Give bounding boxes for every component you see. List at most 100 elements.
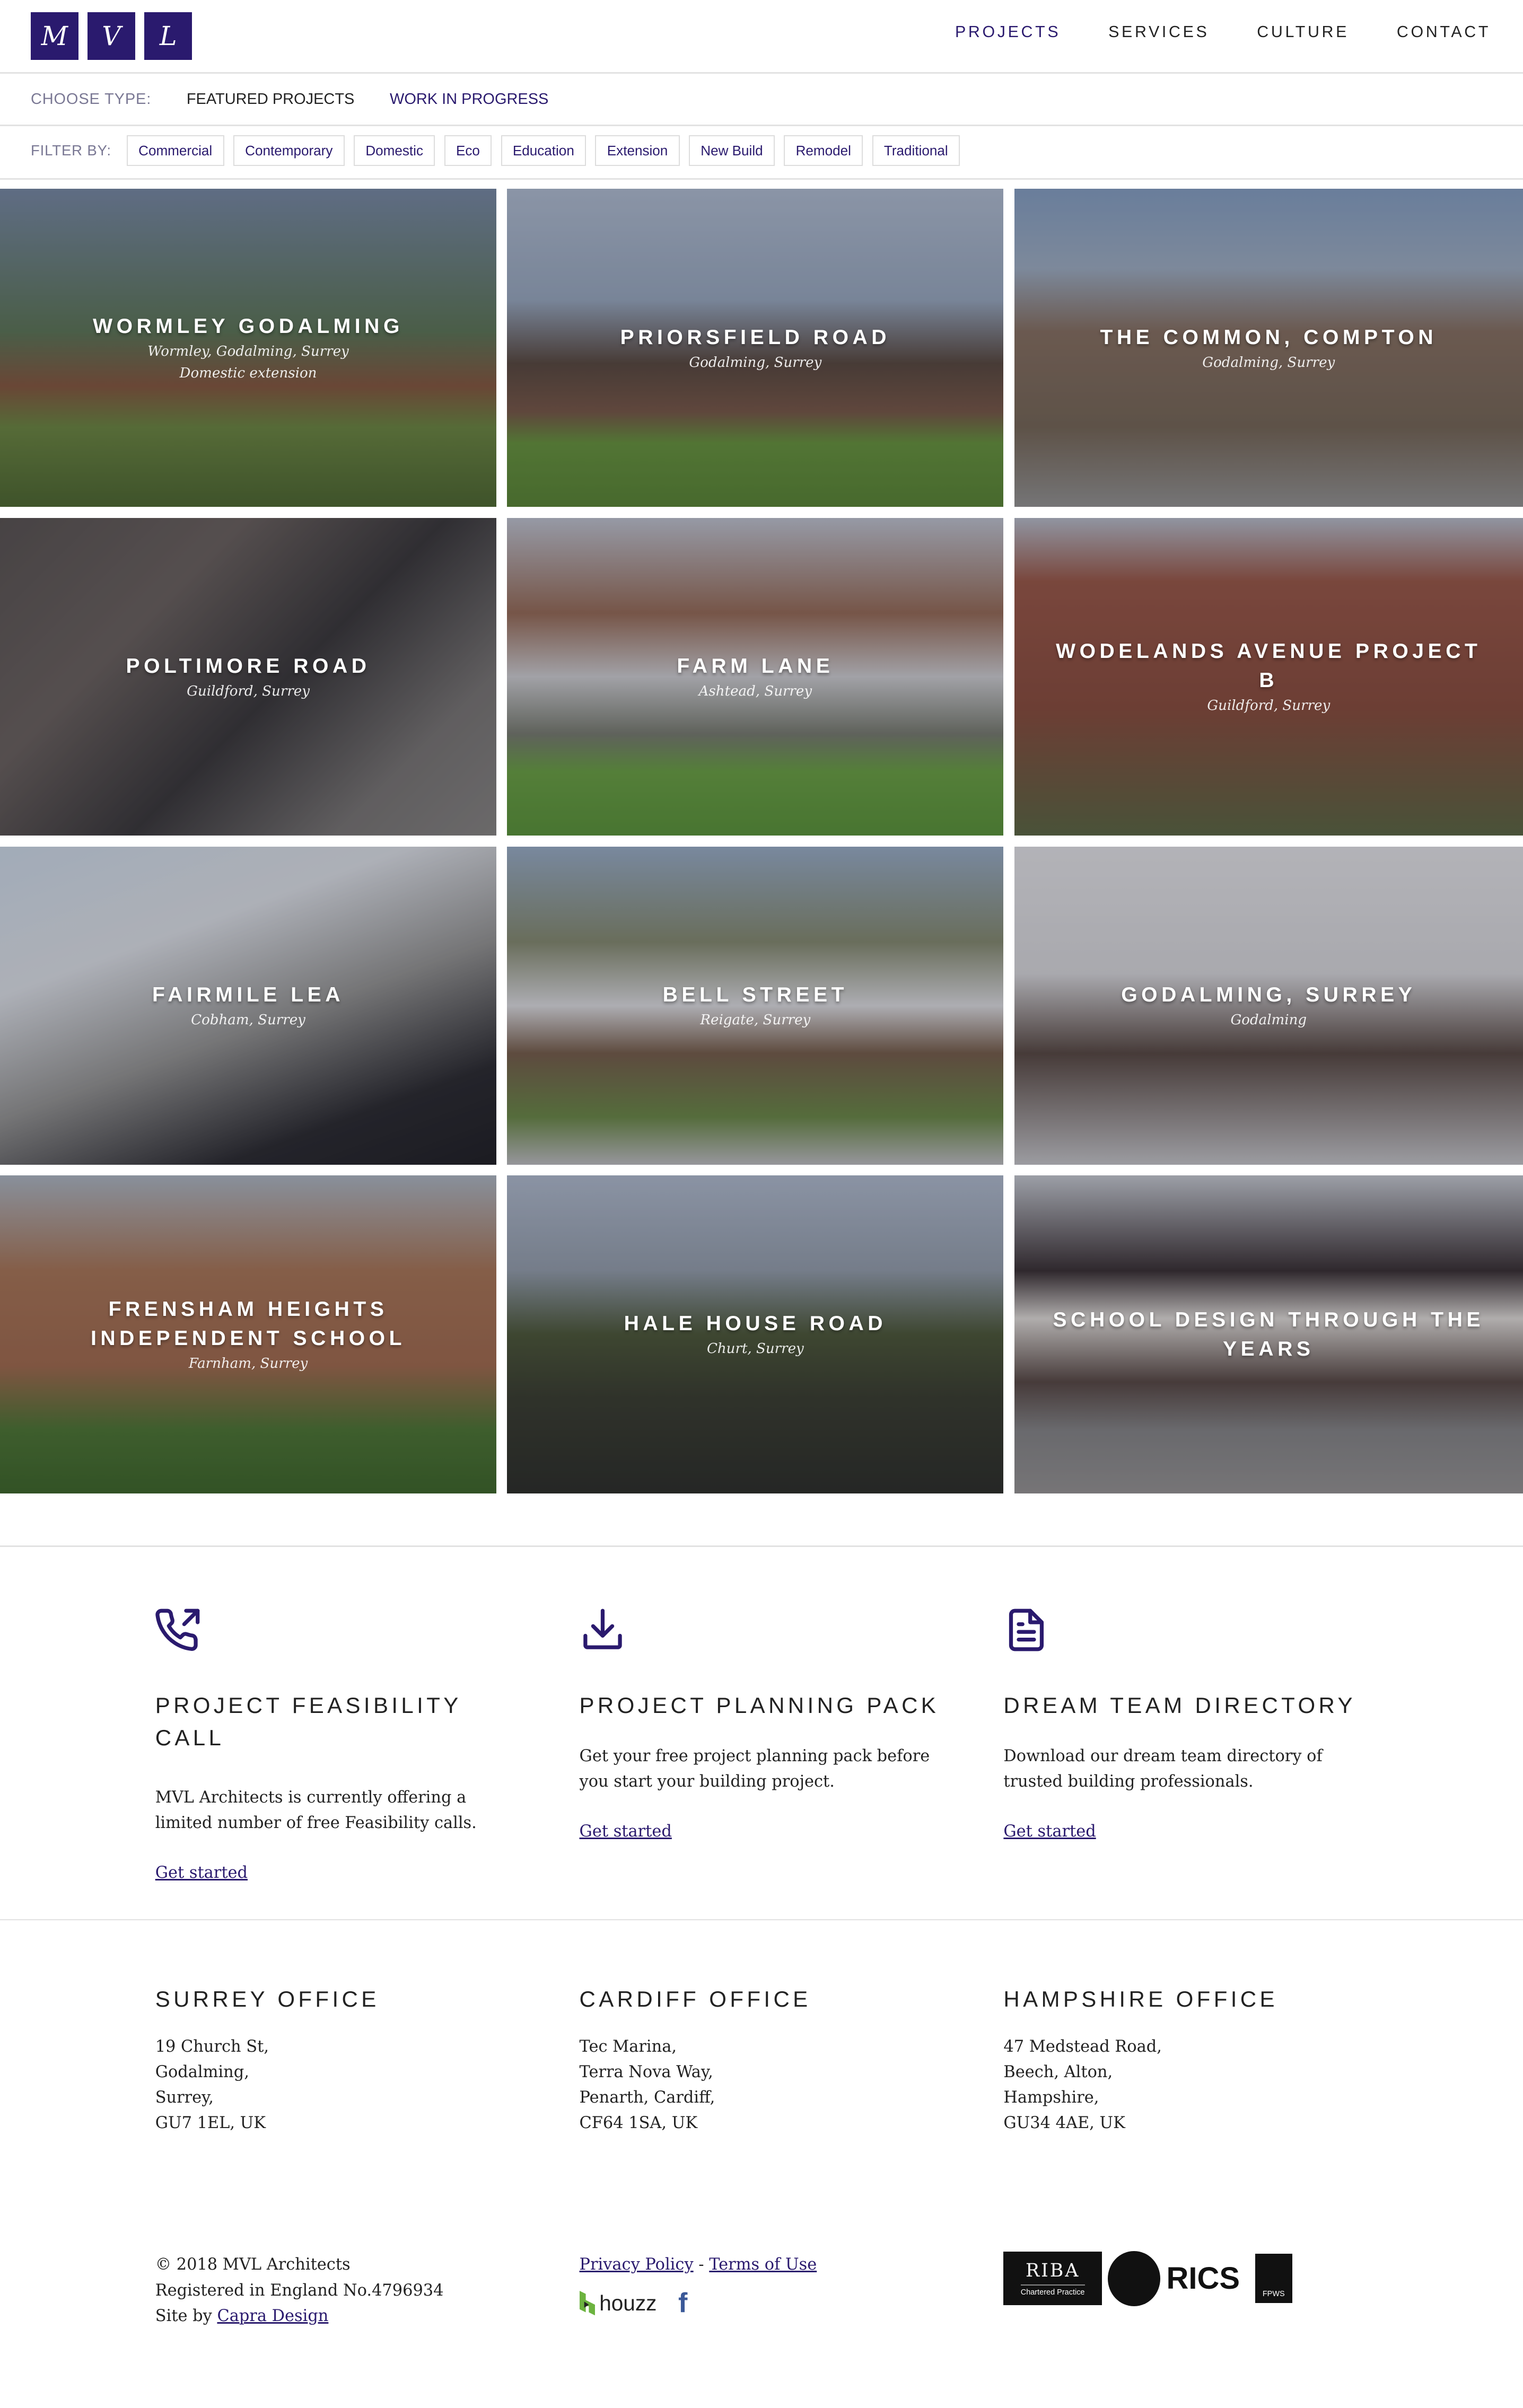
nav-projects[interactable]: PROJECTS	[955, 23, 1061, 41]
download-icon	[583, 1609, 622, 1649]
rics-lion-icon	[1108, 2251, 1160, 2306]
riba-logo: RIBA Chartered Practice	[1003, 2252, 1102, 2306]
choose-type-label: CHOOSE TYPE:	[30, 90, 152, 108]
project-location: Ashtead, Surrey	[698, 683, 812, 699]
facebook-icon[interactable]: f	[678, 2289, 687, 2316]
logo-letter-l: L	[144, 12, 192, 60]
project-tile[interactable]: POLTIMORE ROAD Guildford, Surrey	[0, 517, 497, 836]
divider	[0, 1919, 1523, 1921]
document-icon	[1009, 1609, 1044, 1651]
address-line: 19 Church St,	[155, 2037, 269, 2056]
address-line: 47 Medstead Road,	[1003, 2037, 1162, 2056]
filter-chip-extension[interactable]: Extension	[595, 135, 680, 166]
cta-text: MVL Architects is currently offering a l…	[155, 1788, 477, 1832]
project-type: Domestic extension	[179, 365, 317, 381]
type-selector: CHOOSE TYPE: FEATURED PROJECTS WORK IN P…	[31, 91, 548, 108]
type-featured-projects[interactable]: FEATURED PROJECTS	[187, 91, 355, 108]
filter-chip-remodel[interactable]: Remodel	[784, 135, 863, 166]
filter-chip-education[interactable]: Education	[501, 135, 587, 166]
address-line: GU7 1EL, UK	[155, 2114, 266, 2133]
project-tile[interactable]: FARM LANE Ashtead, Surrey	[507, 517, 1004, 836]
type-work-in-progress[interactable]: WORK IN PROGRESS	[390, 91, 548, 108]
office-title: CARDIFF OFFICE	[579, 1987, 811, 2012]
riba-text: RIBA	[1026, 2260, 1080, 2281]
filter-chip-contemporary[interactable]: Contemporary	[233, 135, 345, 166]
office-address: 19 Church St, Godalming, Surrey, GU7 1EL, U…	[155, 2034, 380, 2136]
nav-services[interactable]: SERVICES	[1108, 23, 1209, 41]
footer-links: Privacy Policy - Terms of Use houzz f	[579, 2252, 817, 2316]
logo-letter-v: V	[87, 12, 135, 60]
project-title: BELL STREET	[662, 983, 848, 1006]
project-location: Wormley, Godalming, Surrey	[147, 344, 349, 360]
houzz-label: houzz	[599, 2290, 657, 2315]
houzz-icon	[579, 2290, 595, 2315]
accreditation-logos: RIBA Chartered Practice RICS FPWS	[1003, 2251, 1292, 2306]
nav-culture[interactable]: CULTURE	[1257, 23, 1349, 41]
project-location: Godalming, Surrey	[689, 354, 822, 371]
project-location: Cobham, Surrey	[191, 1012, 305, 1028]
project-title: PRIORSFIELD ROAD	[620, 326, 891, 349]
rics-logo: RICS	[1166, 2261, 1240, 2296]
houzz-link[interactable]: houzz	[579, 2290, 657, 2316]
filter-chip-commercial[interactable]: Commercial	[126, 135, 224, 166]
project-tile[interactable]: GODALMING, SURREY Godalming	[1014, 846, 1523, 1165]
cta-title: PROJECT PLANNING PACK	[579, 1693, 940, 1718]
address-line: GU34 4AE, UK	[1003, 2114, 1125, 2133]
cta-text: Download our dream team directory of tru…	[1003, 1746, 1323, 1791]
filter-chip-traditional[interactable]: Traditional	[872, 135, 960, 166]
cta-title: PROJECT FEASIBILITY CALL	[155, 1693, 461, 1751]
get-started-link[interactable]: Get started	[155, 1864, 248, 1882]
project-title: WORMLEY GODALMING	[93, 315, 404, 338]
project-tile[interactable]: THE COMMON, COMPTON Godalming, Surrey	[1014, 189, 1523, 507]
office-surrey: SURREY OFFICE 19 Church St, Godalming, Sur…	[155, 1983, 380, 2136]
riba-subtext: Chartered Practice	[1020, 2284, 1085, 2297]
get-started-link[interactable]: Get started	[580, 1822, 672, 1841]
privacy-policy-link[interactable]: Privacy Policy	[580, 2255, 694, 2274]
office-title: SURREY OFFICE	[155, 1987, 380, 2012]
project-tile[interactable]: PRIORSFIELD ROAD Godalming, Surrey	[507, 189, 1004, 507]
project-location: Godalming	[1230, 1012, 1307, 1028]
address-line: Terra Nova Way,	[579, 2063, 713, 2082]
project-title: WODELANDS AVENUE PROJECT B	[1056, 640, 1482, 692]
terms-link[interactable]: Terms of Use	[709, 2255, 817, 2274]
address-line: Surrey,	[155, 2088, 214, 2107]
project-tile[interactable]: BELL STREET Reigate, Surrey	[507, 846, 1004, 1165]
separator: -	[693, 2255, 710, 2274]
get-started-link[interactable]: Get started	[1003, 1822, 1096, 1841]
office-cardiff: CARDIFF OFFICE Tec Marina, Terra Nova Way…	[580, 1983, 811, 2136]
logo-letter-m: M	[30, 12, 78, 60]
project-tile[interactable]: HALE HOUSE ROAD Churt, Surrey	[507, 1175, 1004, 1493]
filter-bar: FILTER BY: Commercial Contemporary Domesti…	[31, 135, 960, 166]
address-line: Hampshire,	[1003, 2088, 1099, 2107]
project-location: Farnham, Surrey	[188, 1355, 308, 1372]
project-title: FRENSHAM HEIGHTS INDEPENDENT SCHOOL	[90, 1297, 406, 1350]
filter-chip-domestic[interactable]: Domestic	[354, 135, 435, 166]
capra-design-link[interactable]: Capra Design	[217, 2307, 328, 2325]
project-title: GODALMING, SURREY	[1121, 983, 1416, 1006]
project-title: POLTIMORE ROAD	[126, 654, 371, 678]
project-tile[interactable]: WORMLEY GODALMING Wormley, Godalming, Sur…	[0, 189, 497, 507]
filter-chip-new-build[interactable]: New Build	[688, 135, 775, 166]
project-location: Godalming, Surrey	[1202, 354, 1335, 371]
project-title: FARM LANE	[677, 654, 834, 678]
project-tile[interactable]: FAIRMILE LEA Cobham, Surrey	[0, 846, 497, 1165]
nav-contact[interactable]: CONTACT	[1397, 23, 1491, 41]
project-title: HALE HOUSE ROAD	[624, 1312, 887, 1335]
project-tile[interactable]: WODELANDS AVENUE PROJECT B Guildford, Sur…	[1014, 517, 1523, 836]
cta-dream-team: DREAM TEAM DIRECTORY Download our dream …	[1003, 1607, 1372, 1842]
cta-planning-pack: PROJECT PLANNING PACK Get your free proj…	[580, 1607, 949, 1842]
cta-text: Get your free project planning pack befo…	[579, 1746, 930, 1791]
office-address: Tec Marina, Terra Nova Way, Penarth, Cardi…	[580, 2034, 811, 2136]
main-nav: PROJECTS SERVICES CULTURE CONTACT	[955, 23, 1491, 41]
project-tile[interactable]: FRENSHAM HEIGHTS INDEPENDENT SCHOOL Farnh…	[0, 1175, 497, 1493]
phone-outgoing-icon	[155, 1609, 200, 1651]
project-title: THE COMMON, COMPTON	[1100, 326, 1438, 349]
address-line: Beech, Alton,	[1003, 2063, 1113, 2082]
logo[interactable]: M V L	[30, 12, 192, 60]
registration: Registered in England No.4796934	[155, 2281, 444, 2300]
office-address: 47 Medstead Road, Beech, Alton, Hampshire,…	[1003, 2034, 1278, 2136]
project-tile[interactable]: SCHOOL DESIGN THROUGH THE YEARS	[1014, 1175, 1523, 1493]
filter-chip-eco[interactable]: Eco	[444, 135, 492, 166]
office-hampshire: HAMPSHIRE OFFICE 47 Medstead Road, Beech,…	[1003, 1983, 1278, 2136]
project-location: Churt, Surrey	[706, 1341, 804, 1357]
